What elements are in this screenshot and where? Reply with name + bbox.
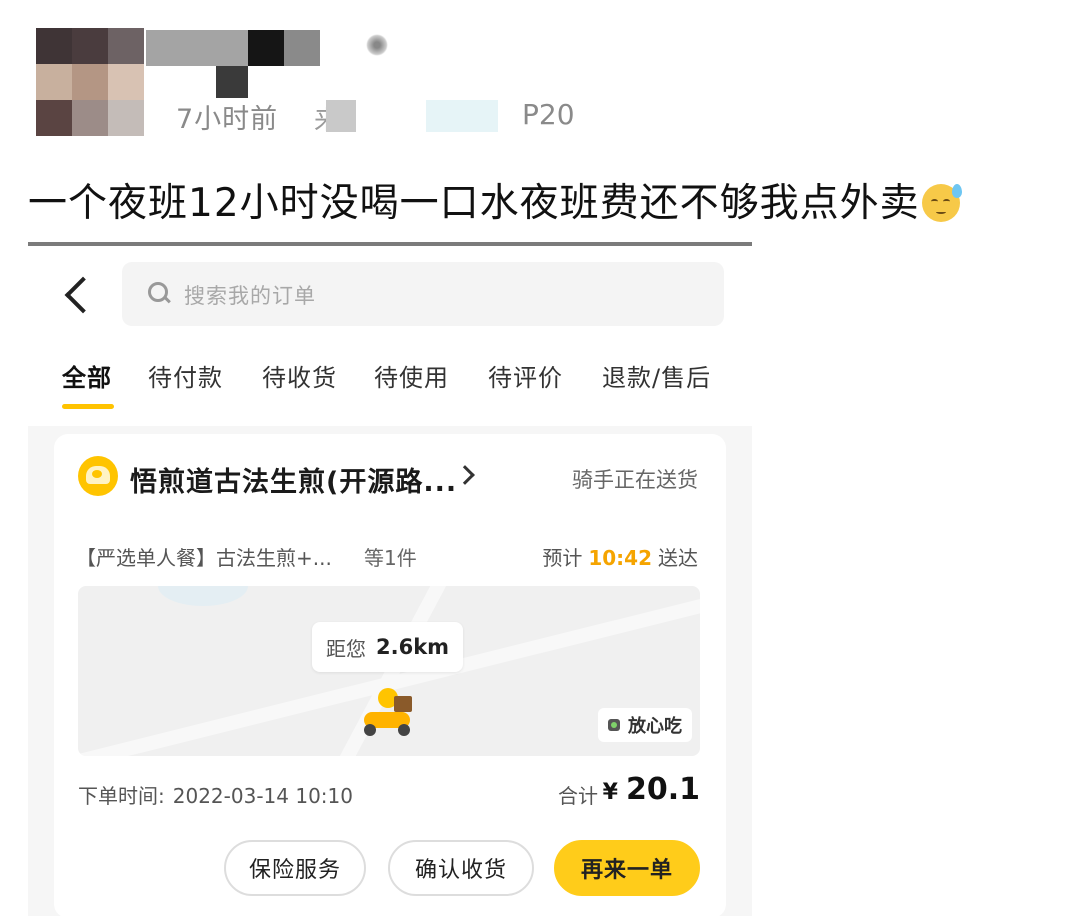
eta-suffix: 送达	[658, 546, 698, 570]
avatar-pixel	[72, 28, 108, 64]
insurance-service-button[interactable]: 保险服务	[224, 840, 366, 896]
eta-prefix: 预计	[542, 546, 583, 570]
tab-active-indicator	[62, 404, 114, 409]
delivery-status: 骑手正在送货	[572, 468, 698, 492]
confirm-receipt-button[interactable]: 确认收货	[388, 840, 534, 896]
total-value: 20.1	[625, 772, 700, 807]
username-blurred[interactable]	[146, 30, 320, 66]
tab-refund[interactable]: 退款/售后	[602, 358, 711, 393]
item-description: 【严选单人餐】古法生煎+...	[76, 546, 332, 570]
post-text-body: 一个夜班12小时没喝一口水夜班费还不够我点外卖	[28, 181, 920, 226]
item-count: 等1件	[364, 546, 417, 570]
currency-symbol: ¥	[602, 780, 618, 805]
avatar-pixel	[36, 28, 72, 64]
avatar-pixel	[36, 64, 72, 100]
search-placeholder: 搜索我的订单	[184, 284, 316, 308]
order-time: 下单时间: 2022-03-14 10:10	[78, 780, 353, 809]
search-input[interactable]: 搜索我的订单	[122, 262, 724, 326]
distance-value: 2.6km	[376, 635, 450, 659]
chevron-right-icon[interactable]	[455, 465, 475, 485]
avatar-pixel	[108, 28, 144, 64]
order-time-label: 下单时间:	[78, 784, 165, 808]
rider-scooter-icon	[360, 682, 420, 742]
order-tabs: 全部 待付款 待收货 待使用 待评价 退款/售后	[28, 354, 752, 414]
tab-pending-payment[interactable]: 待付款	[148, 358, 223, 393]
distance-bubble: 距您 2.6km	[312, 622, 464, 672]
avatar[interactable]	[36, 28, 146, 136]
avatar-pixel	[108, 100, 144, 136]
eta-time: 10:42	[588, 546, 652, 570]
device-model: P20	[522, 98, 575, 131]
distance-label: 距您	[326, 636, 366, 661]
avatar-pixel	[72, 100, 108, 136]
username-pixel	[284, 30, 320, 66]
total-label: 合计	[558, 784, 598, 808]
tab-all[interactable]: 全部	[62, 358, 112, 393]
username-pixel	[146, 30, 248, 66]
order-time-value: 2022-03-14 10:10	[172, 784, 353, 808]
map-water	[158, 586, 248, 606]
tab-pending-receipt[interactable]: 待收货	[262, 358, 337, 393]
safe-badge: 放心吃	[598, 708, 692, 742]
order-list: 悟煎道古法生煎(开源路... 骑手正在送货 【严选单人餐】古法生煎+... 等1…	[28, 426, 752, 916]
delivery-map[interactable]: 距您 2.6km 放心吃	[78, 586, 700, 756]
sweat-emoji-icon	[921, 184, 962, 222]
divider	[28, 242, 752, 246]
store-name[interactable]: 悟煎道古法生煎(开源路...	[130, 460, 457, 499]
tab-pending-review[interactable]: 待评价	[488, 358, 563, 393]
shield-icon	[608, 719, 620, 731]
username-pixel	[216, 66, 248, 98]
avatar-pixel	[108, 64, 144, 100]
reorder-button[interactable]: 再来一单	[554, 840, 700, 896]
post-meta: 7小时前 来 P20	[176, 98, 575, 136]
avatar-pixel	[72, 64, 108, 100]
avatar-pixel	[36, 100, 72, 136]
safe-label: 放心吃	[628, 716, 682, 737]
source-blurred	[326, 100, 356, 132]
order-app-screenshot: 搜索我的订单 全部 待付款 待收货 待使用 待评价 退款/售后 悟煎道古法生煎(…	[28, 250, 752, 916]
device-blurred	[426, 100, 498, 132]
store-logo-icon	[78, 456, 118, 496]
post-text: 一个夜班12小时没喝一口水夜班费还不够我点外卖	[28, 172, 962, 228]
back-arrow-icon[interactable]	[62, 276, 92, 316]
order-card[interactable]: 悟煎道古法生煎(开源路... 骑手正在送货 【严选单人餐】古法生煎+... 等1…	[54, 434, 726, 916]
tab-pending-use[interactable]: 待使用	[374, 358, 449, 393]
username-pixel	[248, 30, 284, 66]
post-time: 7小时前	[176, 103, 279, 135]
vip-badge-icon	[366, 34, 388, 56]
eta: 预计 10:42 送达	[542, 542, 698, 571]
search-icon	[148, 282, 170, 304]
total-amount: ¥20.1	[603, 772, 700, 807]
